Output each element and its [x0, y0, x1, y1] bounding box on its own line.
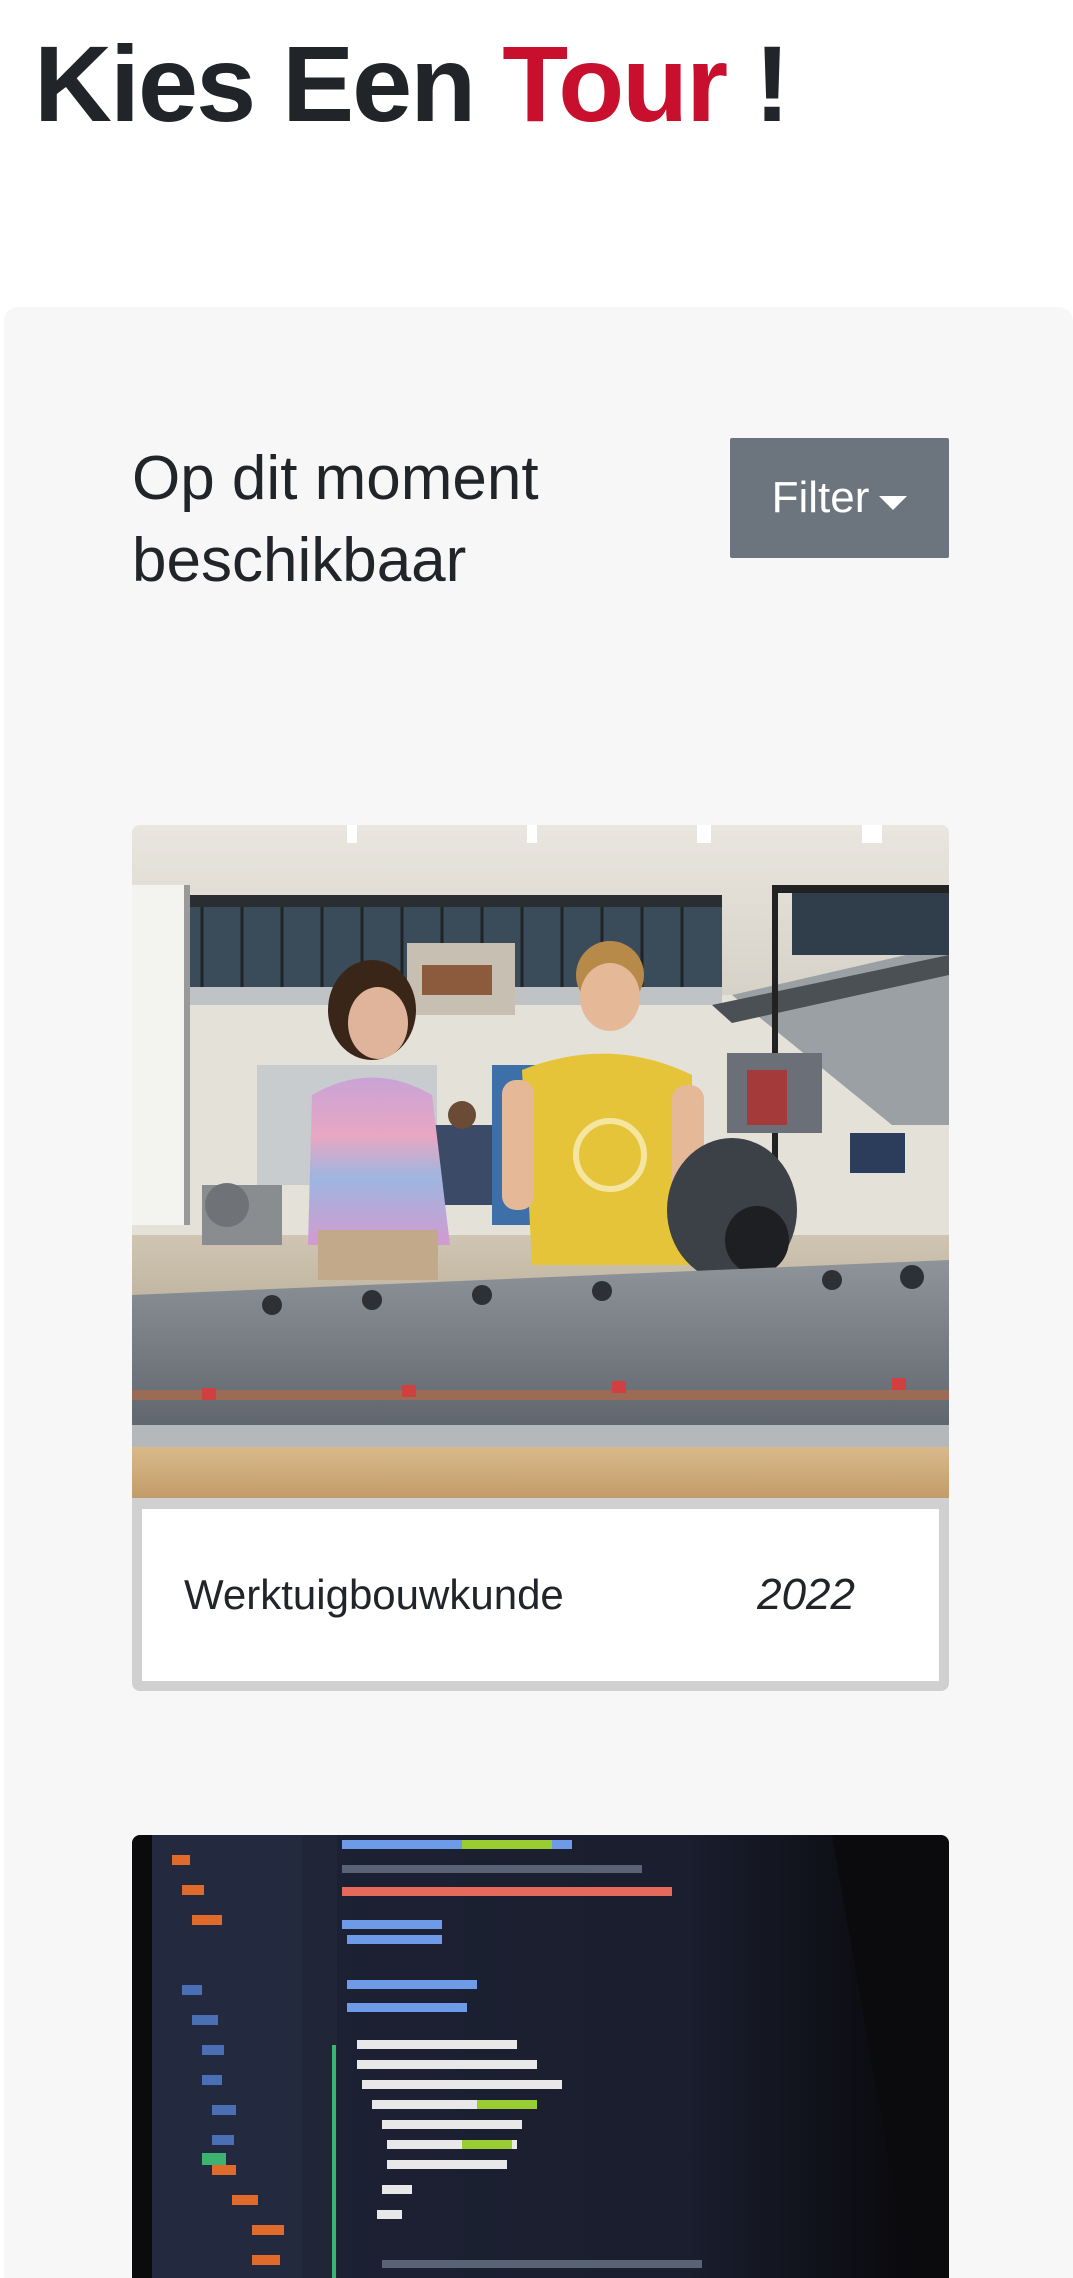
page: Kies Een Tour ! Op dit moment beschikbaa… [0, 0, 1073, 2278]
tour-card-werktuigbouwkunde[interactable]: Werktuigbouwkunde 2022 [132, 825, 949, 1691]
page-title-exclamation: ! [754, 23, 790, 144]
caret-down-icon [879, 496, 908, 510]
tour-card-footer: Werktuigbouwkunde 2022 [142, 1509, 939, 1681]
section-heading: Op dit moment beschikbaar [132, 444, 539, 595]
page-title: Kies Een Tour ! [34, 22, 790, 146]
tour-year: 2022 [757, 1570, 855, 1619]
page-title-accent: Tour [502, 23, 728, 144]
tour-image-workshop [132, 825, 949, 1498]
filter-button[interactable]: Filter [730, 438, 949, 558]
tour-name: Werktuigbouwkunde [184, 1571, 564, 1618]
page-title-main: Kies Een [34, 23, 476, 144]
filter-button-label: Filter [771, 473, 870, 522]
tour-image-code [132, 1835, 949, 2278]
tour-card-2[interactable] [132, 1835, 949, 2278]
